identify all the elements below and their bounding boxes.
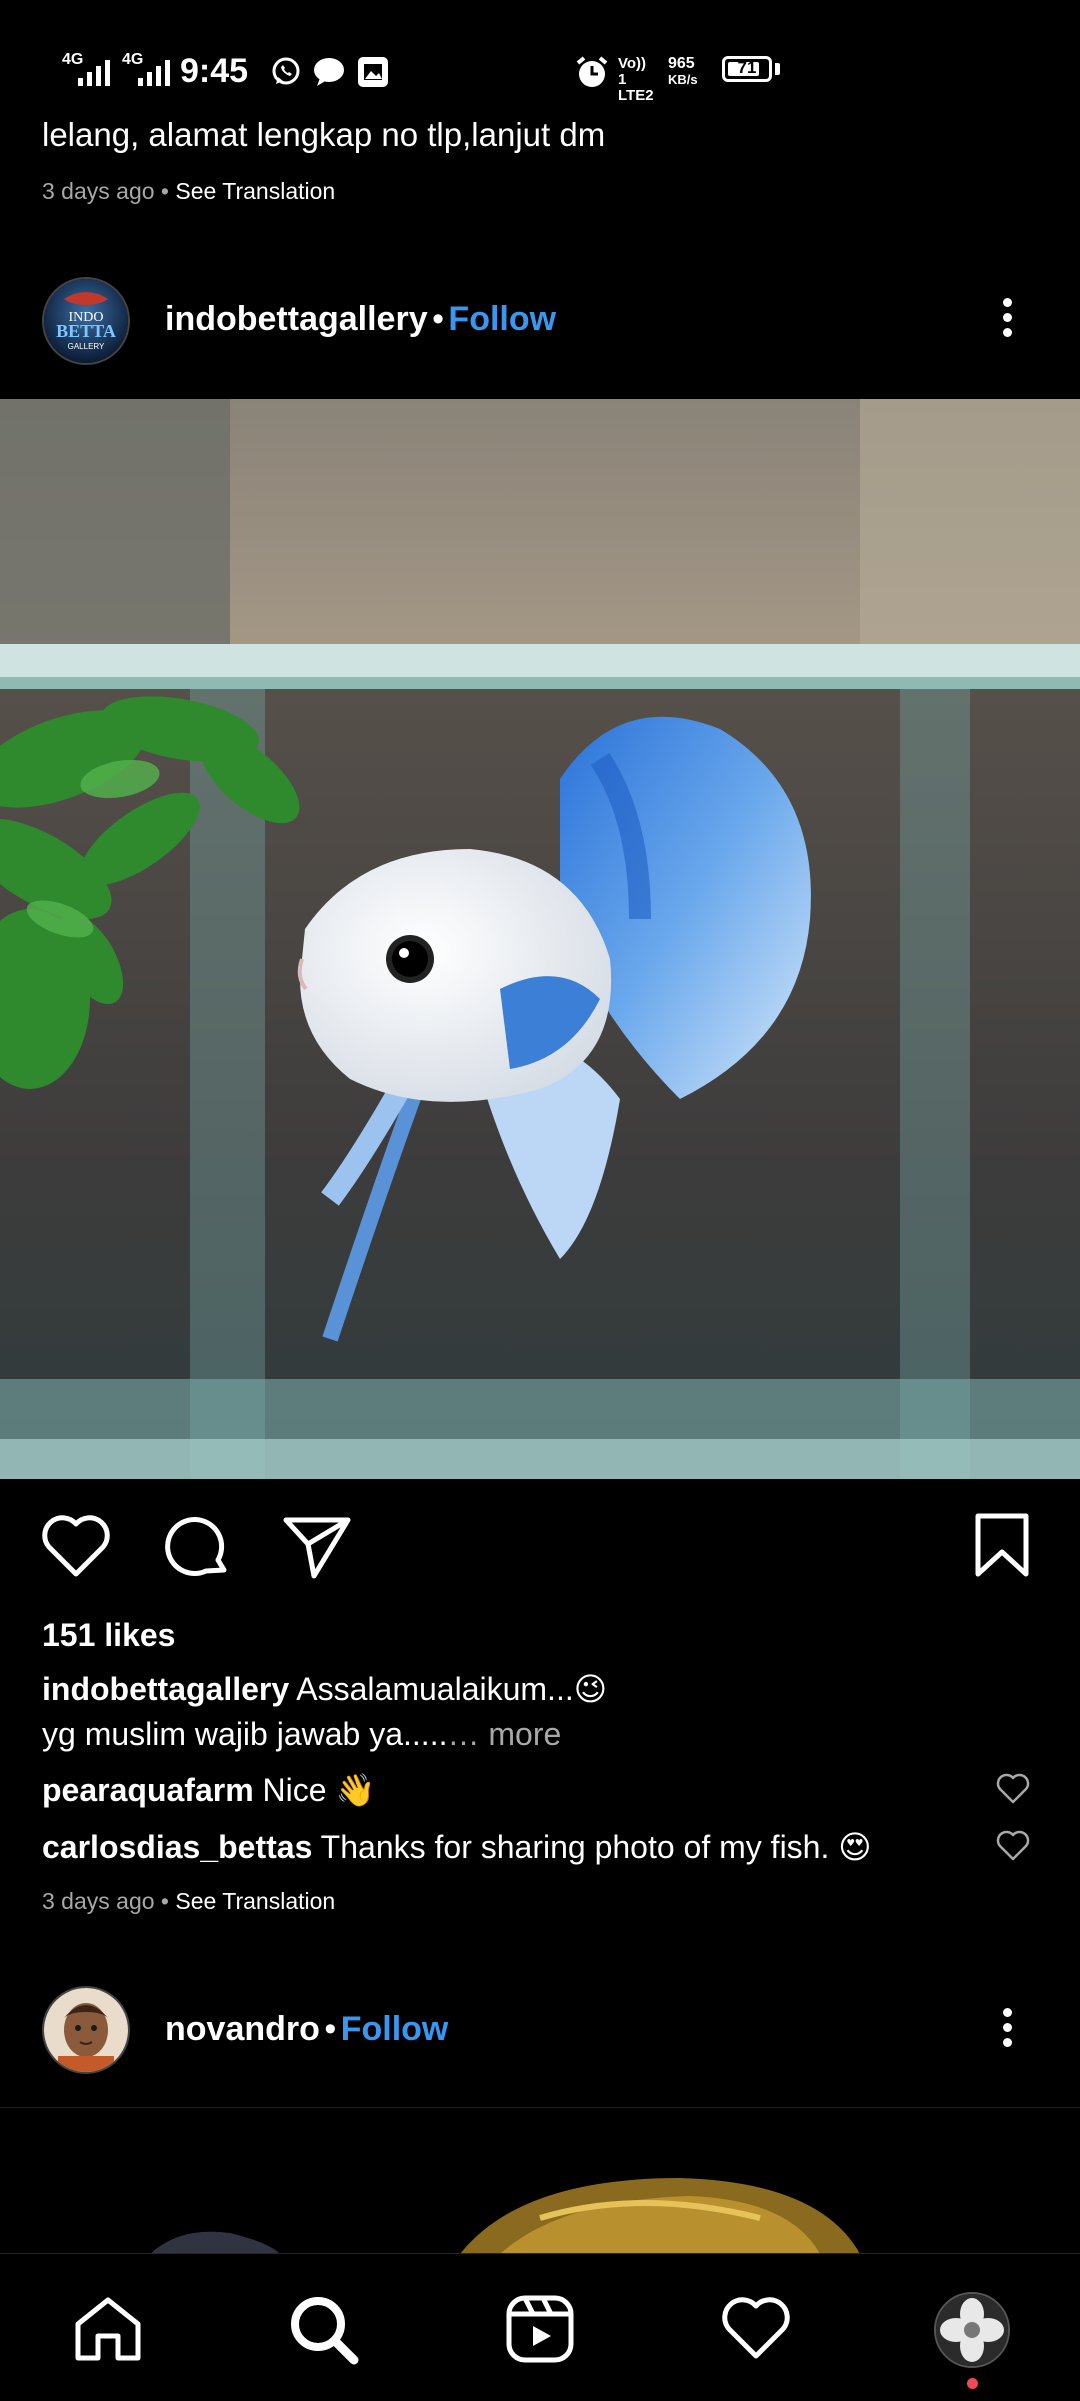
gallery-notification-icon bbox=[358, 57, 388, 87]
post-username[interactable]: indobettagallery bbox=[165, 300, 428, 338]
speed-unit: KB/s bbox=[668, 72, 698, 87]
post-username[interactable]: novandro bbox=[165, 2010, 320, 2048]
more-options-icon[interactable] bbox=[1003, 2008, 1013, 2056]
comment-text: Nice 👋 bbox=[262, 1772, 376, 1808]
battery-tip bbox=[775, 63, 780, 75]
comment-like-heart-icon[interactable] bbox=[996, 1773, 1030, 1805]
follow-button[interactable]: Follow bbox=[341, 2010, 449, 2048]
signal-1: 4G bbox=[62, 50, 112, 86]
profile-avatar[interactable] bbox=[934, 2292, 1010, 2368]
caption-continuation: yg muslim wajib jawab ya..... bbox=[42, 1716, 448, 1752]
post-caption-line-2: yg muslim wajib jawab ya.....… more bbox=[42, 1716, 561, 1753]
next-post-author-avatar[interactable] bbox=[42, 1986, 130, 2074]
post-time-ago: 3 days ago bbox=[42, 1888, 155, 1914]
signal-2: 4G bbox=[122, 50, 172, 86]
comment-icon[interactable] bbox=[162, 1514, 232, 1580]
speed-value: 965 bbox=[668, 55, 695, 72]
caption-text: Assalamualaikum...😉 bbox=[296, 1671, 608, 1707]
svg-text:GALLERY: GALLERY bbox=[68, 342, 105, 351]
likes-count[interactable]: 151 likes bbox=[42, 1617, 175, 1654]
more-link[interactable]: … more bbox=[447, 1716, 561, 1752]
profile-flower-photo bbox=[936, 2294, 1008, 2366]
notification-dot bbox=[967, 2378, 978, 2389]
post-time-ago: 3 days ago bbox=[42, 178, 155, 204]
share-send-icon[interactable] bbox=[282, 1514, 352, 1580]
battery-icon: 71 bbox=[722, 56, 772, 82]
volte-label: Vo)) 1 bbox=[618, 55, 647, 88]
status-bar: 4G 4G 9:45 Vo)) 1 LTE2 965 KB/s 71 bbox=[0, 0, 1080, 120]
search-icon[interactable] bbox=[288, 2294, 360, 2366]
save-bookmark-icon[interactable] bbox=[972, 1512, 1032, 1580]
see-translation-link[interactable]: See Translation bbox=[175, 178, 335, 204]
next-post-fish-photo bbox=[0, 2108, 1080, 2254]
post-meta: 3 days ago • See Translation bbox=[42, 1888, 335, 1915]
clock: 9:45 bbox=[180, 52, 249, 90]
comment-text: Thanks for sharing photo of my fish. 😍 bbox=[320, 1829, 872, 1865]
follow-button[interactable]: Follow bbox=[448, 300, 556, 338]
post-header-names: indobettagallery • Follow bbox=[165, 300, 556, 339]
previous-post-caption: lelang, alamat lengkap no tlp,lanjut dm bbox=[42, 116, 606, 153]
like-heart-icon[interactable] bbox=[40, 1514, 112, 1580]
indobetta-logo-avatar: INDO BETTA GALLERY bbox=[44, 279, 128, 363]
signal-bars-icon bbox=[138, 60, 170, 86]
post-caption: indobettagallery Assalamualaikum...😉 bbox=[42, 1670, 607, 1708]
comment-row: pearaquafarm Nice 👋 bbox=[42, 1771, 375, 1809]
post-photo[interactable] bbox=[0, 399, 1080, 1479]
comment-username[interactable]: pearaquafarm bbox=[42, 1772, 254, 1808]
post-author-avatar[interactable]: INDO BETTA GALLERY bbox=[42, 277, 130, 365]
lte-label: LTE2 bbox=[618, 87, 654, 104]
previous-post-meta: 3 days ago • See Translation bbox=[42, 178, 335, 205]
meta-separator: • bbox=[160, 178, 169, 204]
next-post-header-names: novandro • Follow bbox=[165, 2010, 448, 2049]
more-options-icon[interactable] bbox=[1003, 298, 1013, 346]
signal-bars-icon bbox=[78, 60, 110, 86]
battery-percent: 71 bbox=[737, 58, 757, 77]
next-post-photo[interactable] bbox=[0, 2107, 1080, 2254]
caption-username[interactable]: indobettagallery bbox=[42, 1671, 289, 1707]
activity-heart-icon[interactable] bbox=[720, 2296, 792, 2362]
reels-icon[interactable] bbox=[505, 2294, 575, 2364]
comment-username[interactable]: carlosdias_bettas bbox=[42, 1829, 312, 1865]
header-separator: • bbox=[324, 2010, 337, 2048]
meta-separator: • bbox=[160, 1888, 169, 1914]
message-bubble-icon bbox=[314, 58, 344, 86]
whatsapp-icon bbox=[272, 57, 300, 85]
comment-row: carlosdias_bettas Thanks for sharing pho… bbox=[42, 1828, 872, 1866]
bottom-navigation bbox=[0, 2253, 1080, 2401]
network-speed: 965 KB/s bbox=[668, 56, 712, 88]
header-separator: • bbox=[432, 300, 444, 338]
betta-fish-photo bbox=[0, 399, 1080, 1479]
novandro-avatar-photo bbox=[44, 1988, 128, 2072]
volte-indicator: Vo)) 1 LTE2 bbox=[618, 56, 658, 104]
alarm-icon bbox=[576, 56, 608, 87]
svg-text:BETTA: BETTA bbox=[56, 321, 116, 341]
see-translation-link[interactable]: See Translation bbox=[175, 1888, 335, 1914]
home-icon[interactable] bbox=[72, 2294, 144, 2364]
comment-like-heart-icon[interactable] bbox=[996, 1830, 1030, 1862]
